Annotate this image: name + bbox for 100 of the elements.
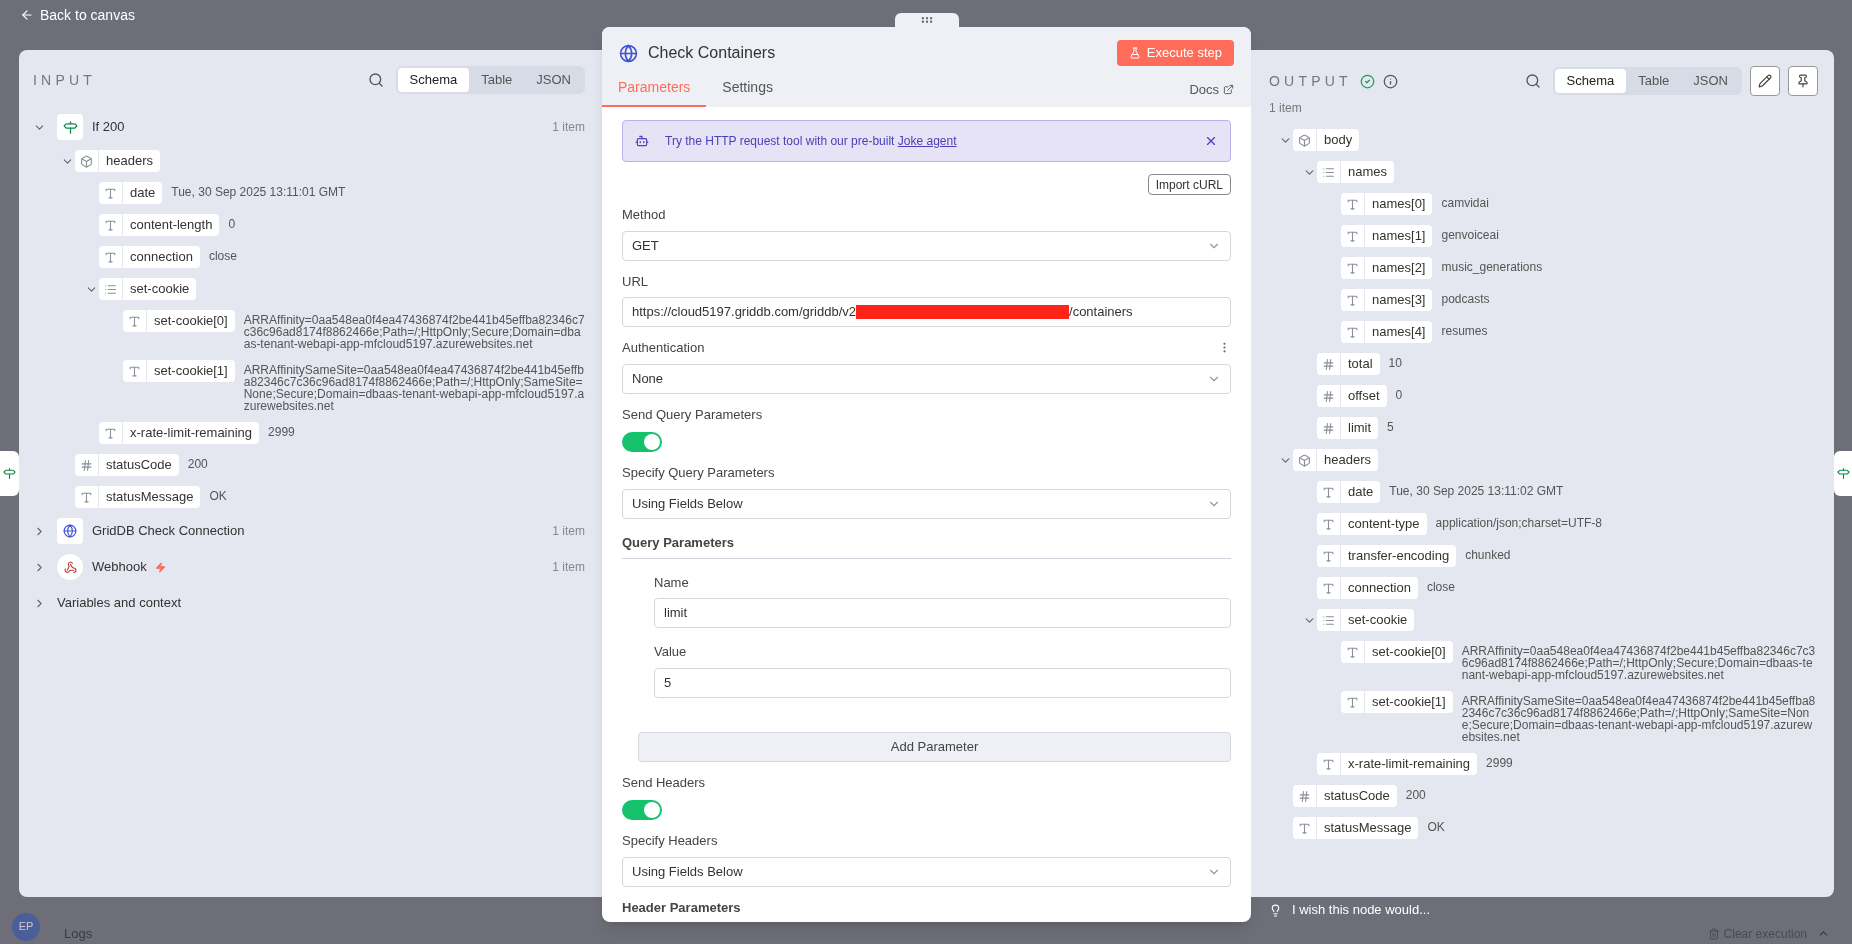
select-field[interactable]: Using Fields Below	[622, 856, 1231, 887]
field-label: Name	[654, 573, 690, 592]
drag-handle[interactable]	[894, 13, 959, 27]
key-label: names[3]	[1371, 291, 1427, 310]
key-chip[interactable]: content-length	[99, 214, 220, 236]
key-chip[interactable]: date	[1317, 481, 1381, 503]
pin-button[interactable]	[1788, 66, 1818, 96]
view-tab[interactable]: Schema	[1554, 69, 1627, 93]
key-chip[interactable]: connection	[1317, 577, 1418, 599]
key-chip[interactable]: set-cookie[0]	[1341, 641, 1453, 663]
field-label: Send Headers	[622, 773, 706, 792]
source-node-label[interactable]: Variables and context	[57, 593, 182, 613]
key-chip[interactable]: names[0]	[1341, 193, 1433, 215]
close-icon[interactable]	[1204, 134, 1218, 148]
user-avatar[interactable]: EP	[12, 912, 40, 941]
hash-icon	[1298, 789, 1311, 803]
key-chip[interactable]: names[3]	[1341, 289, 1433, 311]
select-field[interactable]: Using Fields Below	[622, 488, 1231, 519]
key-chip[interactable]: offset	[1317, 385, 1387, 407]
key-chip[interactable]: set-cookie[1]	[1341, 691, 1453, 713]
search-icon[interactable]	[367, 72, 384, 88]
view-tab[interactable]: Table	[1626, 69, 1682, 93]
key-chip[interactable]: names[2]	[1341, 257, 1433, 279]
key-chip[interactable]: x-rate-limit-remaining	[99, 422, 260, 444]
key-chip[interactable]: set-cookie[0]	[123, 310, 235, 332]
key-chip[interactable]: statusCode	[1293, 785, 1397, 807]
banner-text: Try the HTTP request tool with our pre-built Joke agent	[665, 133, 957, 150]
text-type-icon	[1322, 517, 1335, 531]
key-chip[interactable]: set-cookie	[1317, 609, 1415, 631]
view-tab[interactable]: Schema	[397, 68, 470, 92]
external-link-icon	[1223, 83, 1234, 95]
add-parameter-button[interactable]: Add Parameter	[638, 731, 1231, 762]
key-chip[interactable]: x-rate-limit-remaining	[1317, 753, 1478, 775]
text-field[interactable]: 5	[654, 667, 1231, 698]
source-node-label[interactable]: Webhook	[92, 557, 147, 577]
select-field[interactable]: None	[622, 363, 1231, 394]
key-chip[interactable]: names[4]	[1341, 321, 1433, 343]
text-type-icon	[1346, 293, 1359, 307]
hash-icon	[1322, 357, 1335, 371]
text-type-icon	[128, 314, 141, 328]
key-chip[interactable]: names[1]	[1341, 225, 1433, 247]
docs-link[interactable]: Docs	[1189, 79, 1234, 107]
field-value: camvidai	[1441, 195, 1490, 209]
key-label: statusMessage	[1323, 819, 1413, 838]
side-handle[interactable]	[0, 451, 19, 496]
key-label: date	[1347, 483, 1375, 502]
node-title: Check Containers	[648, 43, 776, 63]
info-icon[interactable]	[1382, 73, 1398, 89]
text-field[interactable]: limit	[654, 598, 1231, 628]
key-label: x-rate-limit-remaining	[129, 424, 254, 443]
key-chip[interactable]: body	[1293, 129, 1360, 151]
key-chip[interactable]: content-type	[1317, 513, 1427, 535]
key-chip[interactable]: limit	[1317, 417, 1379, 439]
edit-button[interactable]	[1750, 66, 1780, 96]
key-chip[interactable]: date	[99, 182, 163, 204]
trash-icon	[1707, 927, 1720, 940]
toggle-switch[interactable]	[622, 432, 662, 452]
side-handle[interactable]	[1834, 451, 1852, 496]
back-to-canvas-link[interactable]: Back to canvas	[20, 5, 602, 25]
import-curl-button[interactable]: Import cURL	[1147, 174, 1231, 195]
key-label: content-length	[129, 216, 214, 235]
key-chip[interactable]: headers	[75, 150, 160, 172]
key-chip[interactable]: set-cookie[1]	[123, 360, 235, 382]
key-label: connection	[129, 248, 194, 267]
text-type-icon	[104, 426, 117, 440]
key-chip[interactable]: statusMessage	[1293, 817, 1419, 839]
key-chip[interactable]: statusCode	[75, 454, 179, 476]
toggle-switch[interactable]	[622, 800, 662, 820]
select-field[interactable]: GET	[622, 230, 1231, 261]
source-node-label[interactable]: GridDB Check Connection	[92, 521, 245, 541]
key-chip[interactable]: total	[1317, 353, 1380, 375]
field-value: 2999	[268, 424, 296, 438]
field-value: ARRAffinitySameSite=0aa548ea0f4ea47436874f2be441b45effba82346c7c36c96ad8174f8862466e;Path=/;HttpOnly;SameSite=None;Secure;Domain=dbaas-tenant-webapi-app-mfcloud5197.azurewebsites.net	[243, 362, 585, 412]
key-label: total	[1347, 355, 1374, 374]
key-chip[interactable]: names	[1317, 161, 1395, 183]
url-field[interactable]: https://cloud5197.griddb.com/griddb/v2 /containers	[622, 297, 1231, 327]
lightning-icon	[154, 561, 166, 573]
pencil-icon	[1758, 74, 1772, 88]
key-label: names	[1347, 163, 1389, 182]
field-value: 200	[187, 456, 209, 470]
text-type-icon	[1346, 695, 1359, 709]
text-type-icon	[1346, 261, 1359, 275]
key-label: headers	[1323, 451, 1372, 470]
joke-agent-link[interactable]: Joke agent	[897, 134, 957, 148]
key-chip[interactable]: headers	[1293, 449, 1378, 471]
key-chip[interactable]: connection	[99, 246, 200, 268]
source-node-label[interactable]: If 200	[92, 117, 125, 137]
text-type-icon	[1346, 645, 1359, 659]
view-tab[interactable]: JSON	[524, 68, 583, 92]
key-chip[interactable]: transfer-encoding	[1317, 545, 1457, 567]
key-chip[interactable]: set-cookie	[99, 278, 197, 300]
feedback-field[interactable]: I wish this node would...	[1251, 897, 1852, 923]
panel-title: INPUT	[33, 70, 96, 90]
key-label: names[0]	[1371, 195, 1427, 214]
view-tab[interactable]: Table	[469, 68, 525, 92]
search-icon[interactable]	[1524, 73, 1541, 89]
field-label: Specify Headers	[622, 832, 718, 850]
panel-tab[interactable]: Settings	[706, 77, 789, 107]
key-chip[interactable]: statusMessage	[75, 486, 201, 508]
view-tab[interactable]: JSON	[1681, 69, 1740, 93]
